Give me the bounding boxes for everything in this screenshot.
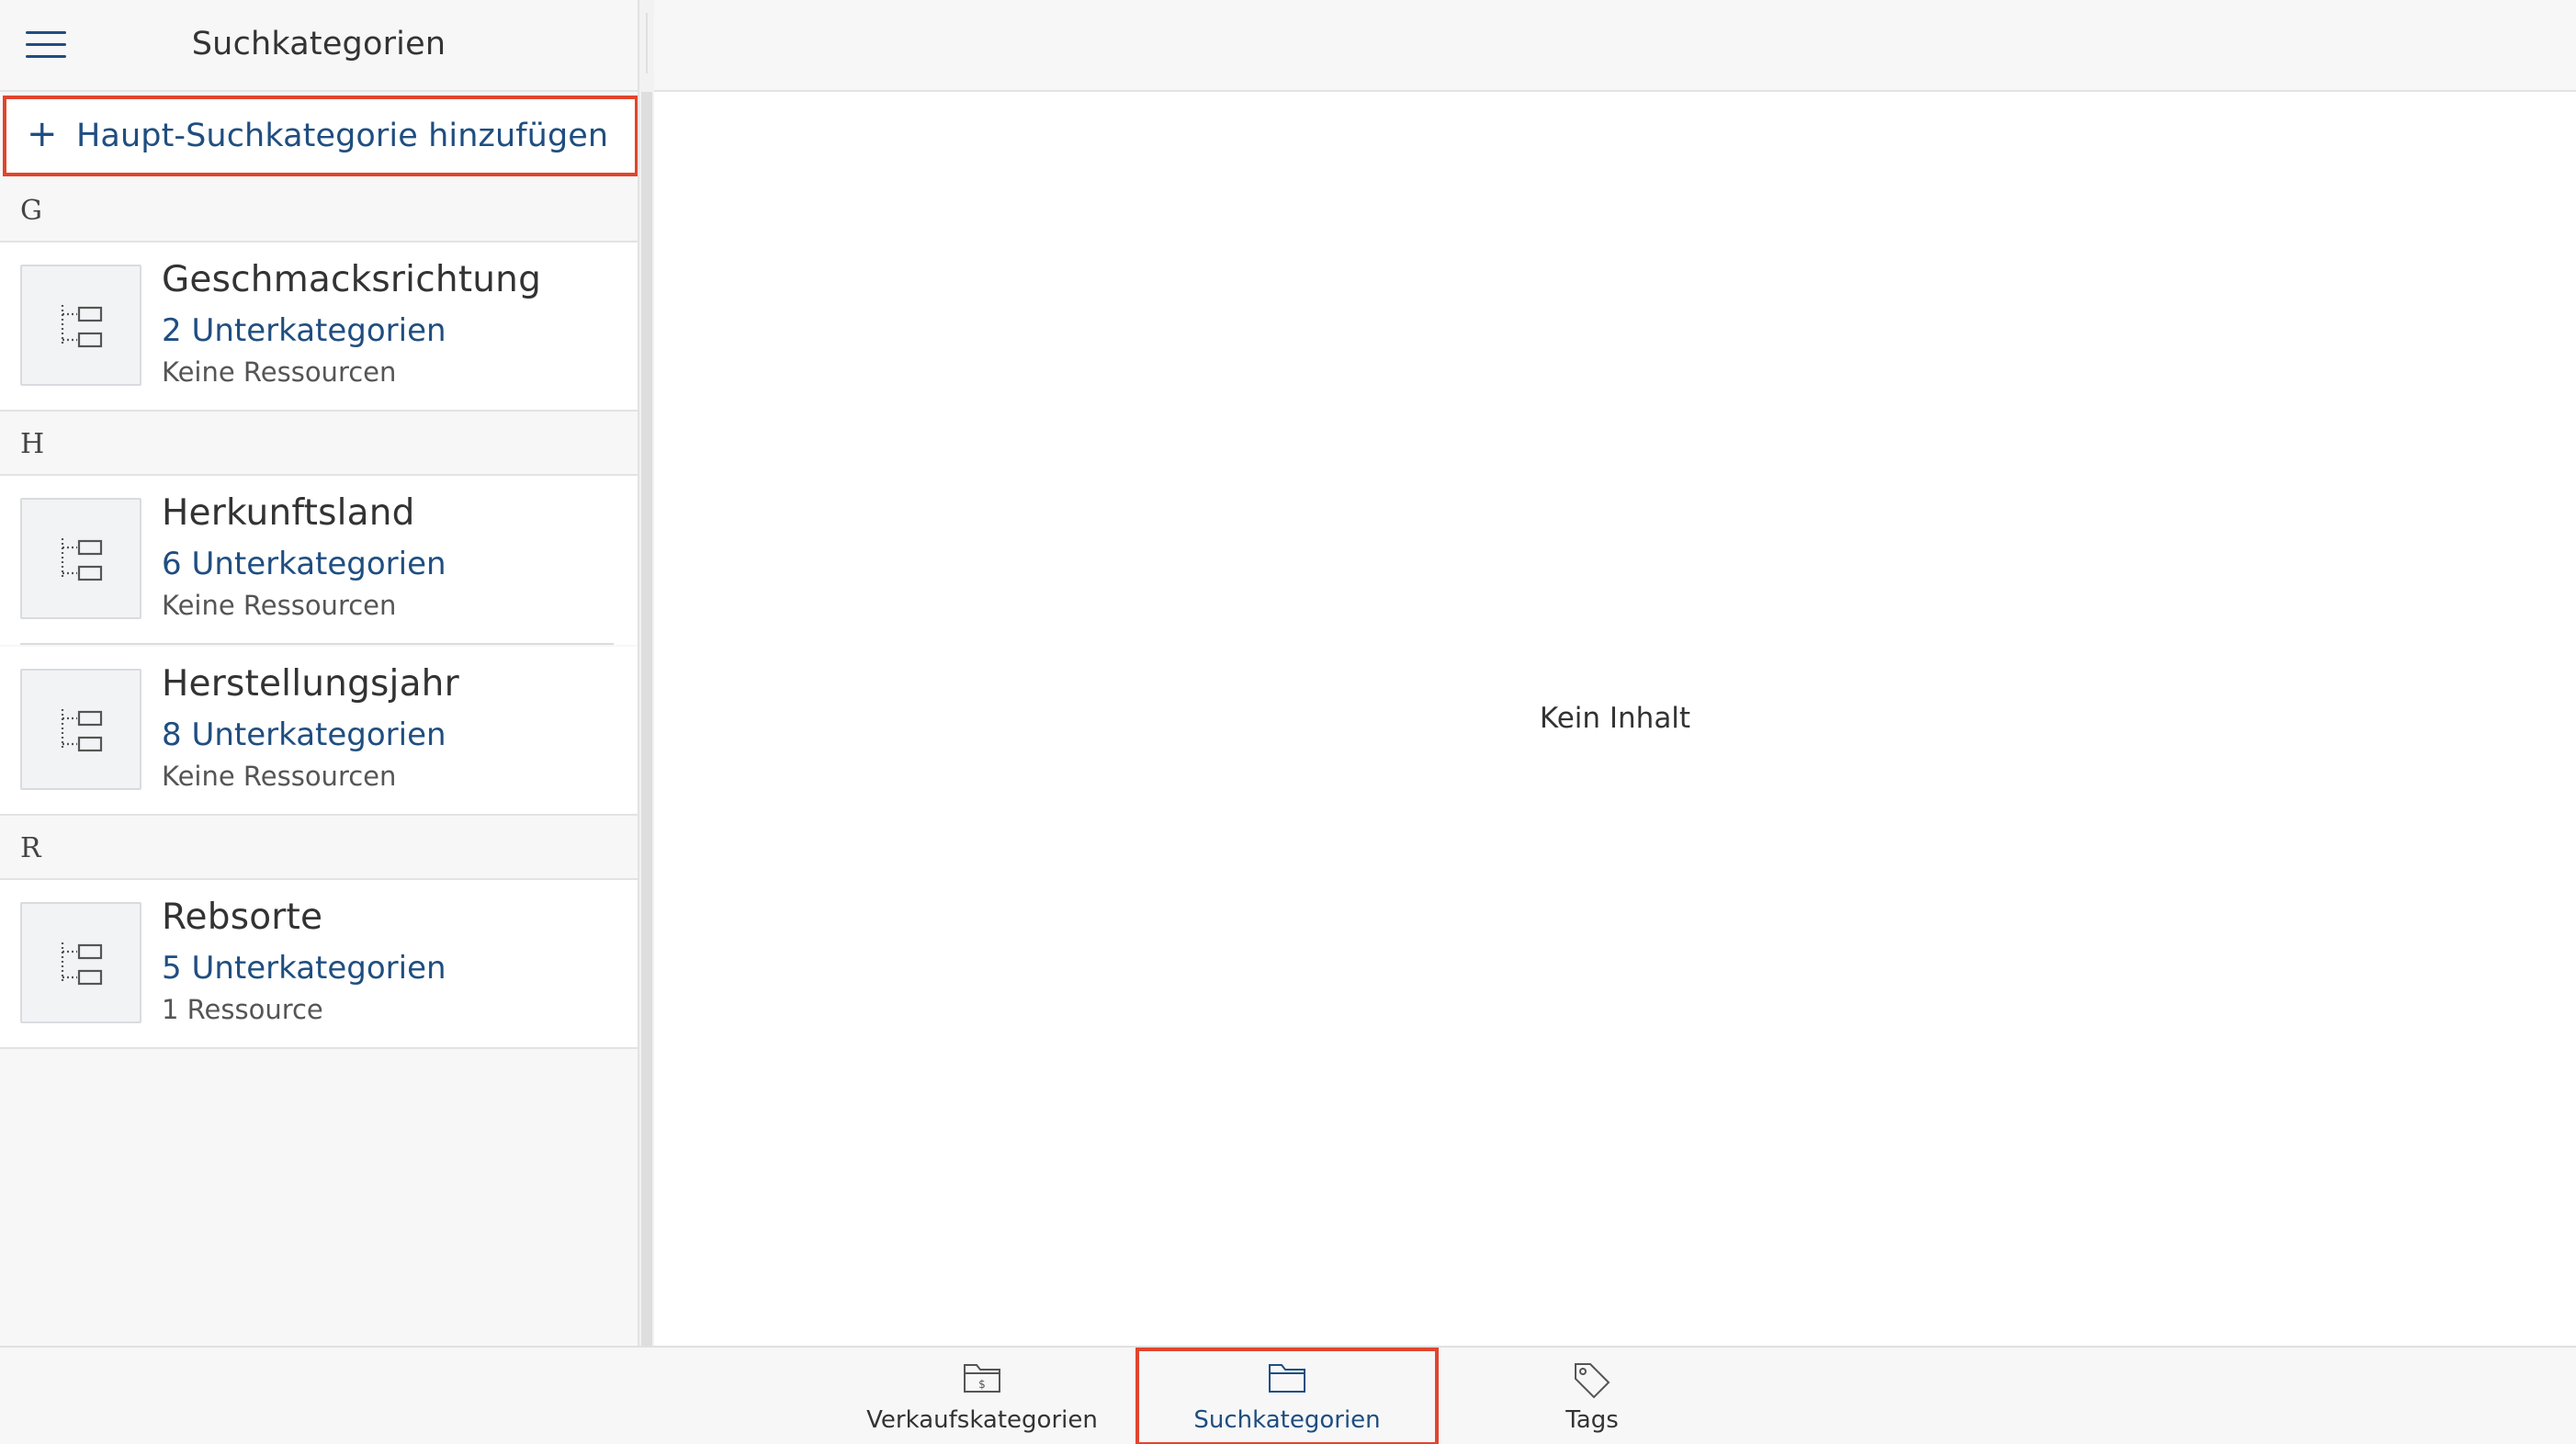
empty-state-message: Kein Inhalt	[1539, 702, 1691, 735]
add-main-category-label: Haupt-Suchkategorie hinzufügen	[76, 118, 609, 154]
tab-label: Suchkategorien	[1193, 1406, 1381, 1434]
category-subcategories: 8 Unterkategorien	[162, 716, 446, 753]
category-subcategories: 2 Unterkategorien	[162, 312, 446, 349]
section-header-h: H	[0, 413, 638, 476]
section-letter: G	[20, 195, 42, 227]
category-name: Rebsorte	[162, 897, 323, 938]
section-header-g: G	[0, 180, 638, 243]
category-name: Herkunftsland	[162, 492, 415, 534]
category-resources: Keine Ressourcen	[162, 761, 397, 792]
detail-pane: Kein Inhalt	[654, 92, 2576, 1346]
split-view-divider[interactable]	[638, 0, 654, 1346]
hierarchy-icon	[20, 498, 141, 619]
detail-header	[654, 0, 2576, 92]
folder-dollar-icon: $	[964, 1364, 1000, 1393]
category-name: Geschmacksrichtung	[162, 259, 542, 300]
sidebar-title: Suchkategorien	[191, 26, 446, 62]
tag-icon	[1575, 1363, 1610, 1399]
hierarchy-icon	[20, 265, 141, 386]
svg-text:$: $	[978, 1378, 986, 1391]
category-subcategories: 6 Unterkategorien	[162, 546, 446, 582]
row-divider	[20, 643, 614, 645]
category-item-geschmacksrichtung[interactable]: Geschmacksrichtung 2 Unterkategorien Kei…	[0, 243, 638, 412]
category-item-herstellungsjahr[interactable]: Herstellungsjahr 8 Unterkategorien Keine…	[0, 647, 638, 816]
divider-line	[646, 13, 648, 73]
divider-grip[interactable]	[641, 92, 652, 1346]
sidebar: Suchkategorien + Haupt-Suchkategorie hin…	[0, 0, 638, 1346]
tab-label: Verkaufskategorien	[866, 1406, 1098, 1434]
tab-label: Tags	[1565, 1406, 1619, 1434]
plus-icon: +	[27, 113, 58, 155]
category-item-rebsorte[interactable]: Rebsorte 5 Unterkategorien 1 Ressource	[0, 880, 638, 1049]
hierarchy-icon	[20, 669, 141, 790]
sidebar-header: Suchkategorien	[0, 0, 638, 92]
section-letter: H	[20, 428, 45, 460]
add-main-category-button[interactable]: + Haupt-Suchkategorie hinzufügen	[3, 96, 638, 176]
app-window: Suchkategorien + Haupt-Suchkategorie hin…	[0, 0, 2576, 1444]
category-item-herkunftsland[interactable]: Herkunftsland 6 Unterkategorien Keine Re…	[0, 476, 638, 645]
section-letter: R	[20, 832, 41, 864]
hierarchy-icon	[20, 902, 141, 1023]
tab-suchkategorien[interactable]: Suchkategorien	[1135, 1348, 1439, 1444]
tab-verkaufskategorien[interactable]: $ Verkaufskategorien	[830, 1348, 1134, 1444]
category-resources: Keine Ressourcen	[162, 356, 397, 388]
section-header-r: R	[0, 818, 638, 880]
category-name: Herstellungsjahr	[162, 663, 459, 705]
bottom-tab-bar: $ Verkaufskategorien Suchkategorien Tags	[0, 1346, 2576, 1444]
category-resources: Keine Ressourcen	[162, 590, 397, 621]
tab-tags[interactable]: Tags	[1441, 1348, 1744, 1444]
folder-icon	[1269, 1364, 1305, 1393]
category-resources: 1 Ressource	[162, 994, 323, 1025]
category-subcategories: 5 Unterkategorien	[162, 950, 446, 987]
